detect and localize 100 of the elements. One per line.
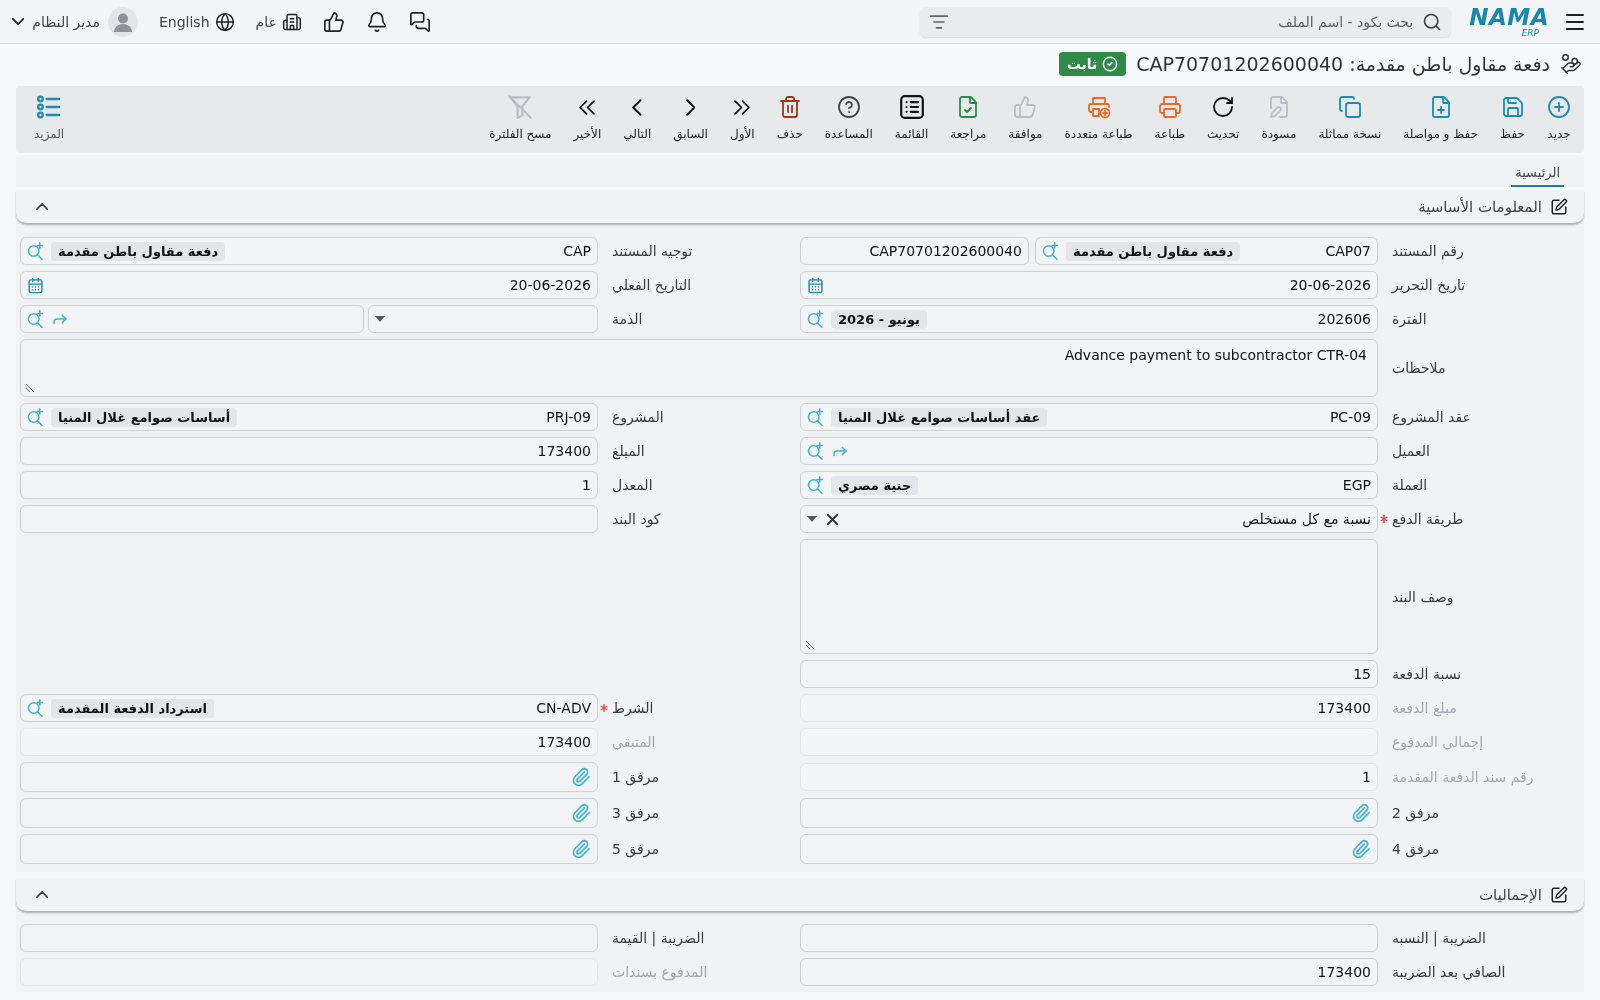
text-field[interactable]: 173400 — [20, 437, 598, 465]
branch-button[interactable]: عام — [255, 11, 302, 32]
search-plus-icon[interactable] — [807, 476, 825, 494]
description-tag: يونيو - 2026 — [831, 309, 927, 329]
field-label: مرفق 1 — [612, 769, 659, 785]
search-plus-icon[interactable] — [27, 242, 45, 260]
tab[interactable]: الرئيسية — [1511, 160, 1564, 187]
paperclip-icon[interactable] — [1351, 839, 1371, 859]
search-plus-icon[interactable] — [27, 408, 45, 426]
chevron-up-icon[interactable] — [36, 203, 49, 210]
date-field[interactable]: 20-06-2026 — [20, 271, 598, 299]
textarea-field[interactable] — [800, 539, 1378, 654]
field-label: العملة — [1392, 477, 1428, 493]
field-label: الصافي بعد الضريبة — [1392, 964, 1506, 980]
text-field[interactable] — [20, 505, 598, 533]
search-plus-icon[interactable] — [807, 442, 825, 460]
last-button[interactable]: الأخير — [562, 95, 613, 141]
text-field[interactable]: 173400 — [800, 694, 1378, 722]
edit-icon — [1550, 885, 1568, 904]
clear-icon[interactable] — [827, 513, 838, 525]
multi-print-button[interactable]: طباعة متعددة — [1053, 95, 1144, 141]
field-label: ملاحظات — [1392, 360, 1446, 376]
section-title: الإجماليات — [1478, 885, 1542, 904]
field-label: الضريبة | القيمة — [612, 930, 705, 946]
description-tag: جنية مصري — [831, 475, 919, 495]
field-label: العميل — [1392, 443, 1430, 459]
list-button[interactable]: القائمة — [883, 95, 940, 141]
attachment-field[interactable] — [800, 798, 1378, 828]
field-label: توجيه المستند — [612, 243, 693, 259]
paperclip-icon[interactable] — [571, 839, 591, 859]
user-menu-button[interactable]: مدير النظام — [12, 6, 138, 37]
search-plus-icon[interactable] — [27, 310, 45, 328]
duplicate-button[interactable]: نسخة مماثلة — [1307, 95, 1393, 141]
field-label: وصف البند — [1392, 588, 1454, 605]
field-label: الفترة — [1392, 311, 1427, 327]
delete-button[interactable]: حذف — [765, 95, 814, 141]
refresh-button[interactable]: تحديث — [1195, 95, 1251, 141]
resize-grip-icon[interactable] — [26, 384, 34, 392]
text-field[interactable]: 1 — [20, 471, 598, 499]
field-label: مرفق 2 — [1392, 805, 1439, 821]
text-field[interactable] — [20, 924, 598, 952]
save-continue-button[interactable]: حفظ و مواصلة — [1392, 95, 1490, 141]
date-field[interactable]: 20-06-2026 — [800, 271, 1378, 299]
caret-down-icon[interactable] — [807, 516, 817, 522]
review-button[interactable]: مراجعة — [939, 95, 998, 141]
attachment-field[interactable] — [20, 762, 598, 792]
dropdown-field[interactable] — [368, 305, 598, 333]
resize-grip-icon[interactable] — [806, 641, 814, 649]
field-label: رقم سند الدفعة المقدمة — [1392, 769, 1534, 785]
attachment-field[interactable] — [20, 798, 598, 828]
new-button[interactable]: جديد — [1536, 95, 1582, 141]
attachment-field[interactable] — [800, 834, 1378, 864]
paperclip-icon[interactable] — [571, 767, 591, 787]
lookup-field[interactable] — [20, 305, 364, 333]
previous-button[interactable]: السابق — [662, 95, 719, 141]
check-circle-icon — [1102, 56, 1119, 72]
avatar-icon — [107, 6, 138, 37]
search-plus-icon[interactable] — [27, 699, 45, 717]
more-button[interactable]: المزيد — [26, 95, 73, 141]
hand-coins-icon — [1560, 53, 1582, 75]
language-button[interactable]: English — [158, 11, 235, 32]
field-label: المبلغ — [612, 443, 645, 459]
field-label: مرفق 3 — [612, 805, 659, 821]
print-button[interactable]: طباعة — [1143, 95, 1196, 141]
field-label: الشرط — [612, 700, 654, 716]
search-plus-icon[interactable] — [807, 408, 825, 426]
search-icon[interactable] — [1422, 11, 1443, 32]
text-field[interactable]: 173400 — [800, 958, 1378, 986]
chat-icon[interactable] — [408, 10, 431, 33]
status-label: ثابت — [1066, 56, 1098, 72]
next-button[interactable]: التالي — [612, 95, 663, 141]
text-field[interactable] — [800, 924, 1378, 952]
attachment-field[interactable] — [20, 834, 598, 864]
paperclip-icon[interactable] — [571, 803, 591, 823]
description-tag: دفعة مقاول باطن مقدمة — [1066, 241, 1241, 261]
search-field[interactable]: بحث بكود - اسم الملف — [920, 6, 1452, 37]
search-plus-icon[interactable] — [807, 310, 825, 328]
field-label: المدفوع بسندات — [612, 964, 708, 980]
text-field[interactable]: CAP70701202600040 — [800, 237, 1029, 265]
calendar-icon[interactable] — [807, 276, 824, 294]
search-plus-icon[interactable] — [1042, 242, 1060, 260]
thumbs-up-icon[interactable] — [322, 10, 345, 33]
bell-icon[interactable] — [365, 10, 388, 33]
chevron-up-icon[interactable] — [36, 891, 49, 898]
text-field[interactable]: 173400 — [20, 728, 598, 756]
field-label: المشروع — [612, 409, 664, 425]
text-field[interactable]: 1 — [800, 763, 1378, 791]
field-label: عقد المشروع — [1392, 409, 1471, 425]
lookup-field[interactable] — [800, 437, 1378, 465]
logo-subtext: ERP — [1521, 28, 1539, 38]
first-button[interactable]: الأول — [718, 95, 766, 141]
calendar-icon[interactable] — [27, 276, 44, 294]
text-field[interactable]: 15 — [800, 660, 1378, 688]
save-button[interactable]: حفظ — [1489, 95, 1536, 141]
select-field[interactable]: نسبة مع كل مستخلص — [800, 505, 1378, 533]
help-button[interactable]: المساعدة — [813, 95, 884, 141]
paperclip-icon[interactable] — [1351, 803, 1371, 823]
field-label: التاريخ الفعلي — [612, 277, 692, 293]
textarea-field[interactable]: Advance payment to subcontractor CTR-04 — [20, 339, 1378, 397]
caret-down-icon[interactable] — [375, 316, 385, 322]
